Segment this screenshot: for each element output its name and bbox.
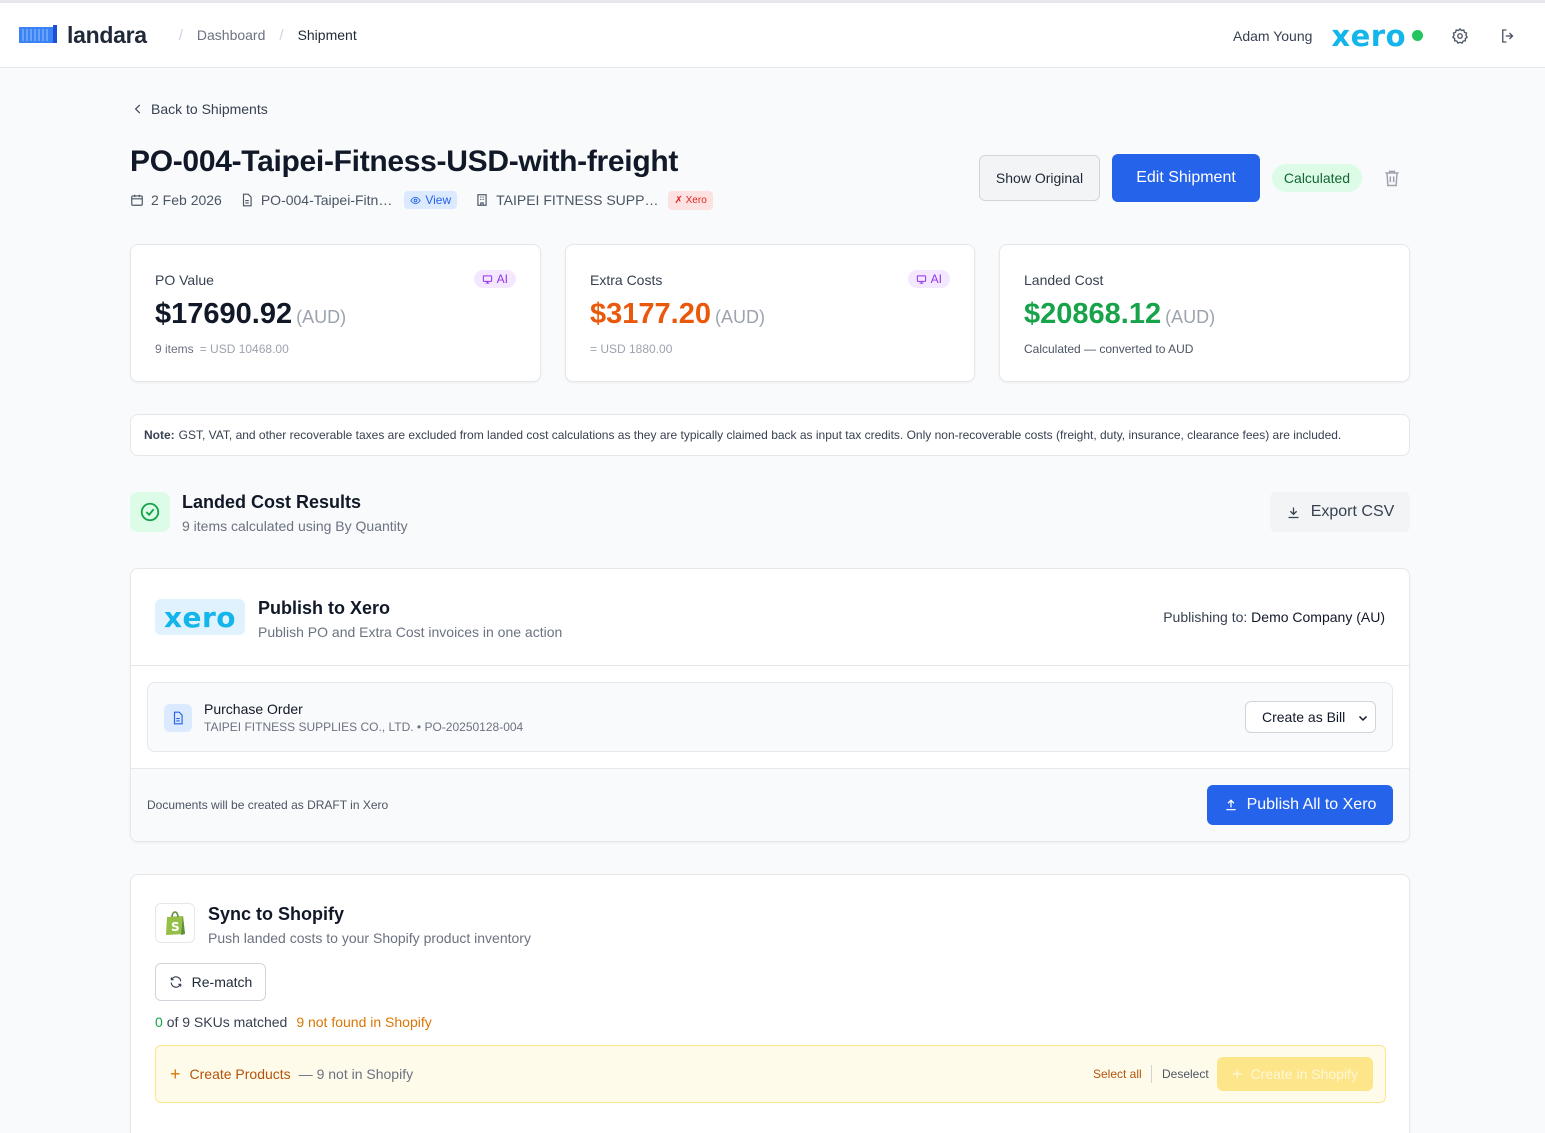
settings-icon [1451,27,1469,44]
brand-name: landara [67,21,147,48]
publish-footer: Documents will be created as DRAFT in Xe… [131,769,1409,841]
document-icon-wrap [164,704,192,732]
breadcrumb: / Dashboard / Shipment [178,26,357,44]
results-status-icon [130,492,170,532]
shipment-date: 2 Feb 2026 [130,192,222,208]
shopify-title: Sync to Shopify [208,904,345,924]
publish-xero-card: xero Publish to Xero Publish PO and Extr… [130,568,1410,842]
building-icon [477,194,487,206]
back-to-shipments-link[interactable]: Back to Shipments [131,101,268,117]
extra-costs-card: Extra Costs AI $3177.20 (AUD) = USD 1880.… [565,244,975,382]
trash-icon[interactable] [1382,168,1402,188]
results-title: Landed Cost Results [182,492,362,512]
xero-connected-indicator [1412,30,1423,41]
refresh-icon [170,976,181,988]
landed-cost-amount: $20868.12 [1024,298,1162,330]
extra-costs-amount: $3177.20 [590,298,711,330]
create-as-select[interactable]: Create as Bill [1245,701,1376,733]
shopify-bag-icon: S [166,911,185,935]
select-all-link[interactable]: Select all [1093,1067,1142,1081]
create-in-shopify-button[interactable]: + Create in Shopify [1217,1057,1373,1091]
ai-badge: AI [907,270,950,288]
upload-icon [1225,799,1236,811]
svg-text:S: S [171,920,180,934]
export-csv-button[interactable]: Export CSV [1270,492,1410,532]
shipment-file: PO-004-Taipei-Fitn… [240,192,392,208]
xero-sync-badge: ✗ Xero [668,190,713,210]
tax-note: Note: GST, VAT, and other recoverable tax… [130,414,1410,456]
po-value-amount: $17690.92 [155,298,293,330]
shopify-logo: S [155,903,195,943]
page-title: PO-004-Taipei-Fitness-USD-with-freight [130,145,679,178]
deselect-link[interactable]: Deselect [1162,1067,1209,1081]
publishing-to: Publishing to: Demo Company (AU) [1163,609,1385,625]
monitor-icon [916,274,926,284]
landed-cost-card: Landed Cost $20868.12 (AUD) Calculated — … [999,244,1410,382]
results-subtitle: 9 items calculated using By Quantity [182,518,408,534]
monitor-icon [482,274,492,284]
check-circle-icon [140,502,160,522]
chevron-down-icon [1358,715,1368,722]
brand-logo-icon [19,25,57,43]
settings-button[interactable] [1449,25,1471,47]
create-products-label[interactable]: Create Products [190,1066,291,1082]
po-title: Purchase Order [204,701,303,717]
user-name: Adam Young [1232,27,1313,44]
breadcrumb-dashboard[interactable]: Dashboard [197,27,266,43]
file-icon [242,193,252,207]
publish-xero-title: Publish to Xero [258,598,391,618]
logout-button[interactable] [1497,25,1519,47]
plus-icon: + [170,1064,181,1084]
po-subtitle: TAIPEI FITNESS SUPPLIES CO., LTD. • PO-2… [204,720,524,734]
xero-logo: xero [155,599,245,635]
ai-badge: AI [473,270,516,288]
shipment-meta: 2 Feb 2026 PO-004-Taipei-Fitn… View TAIP… [130,189,713,211]
top-bar: landara / Dashboard / Shipment Adam Youn… [0,0,1545,68]
draft-note: Documents will be created as DRAFT in Xe… [147,798,389,812]
shipment-supplier: TAIPEI FITNESS SUPP… [475,192,658,208]
publish-all-button[interactable]: Publish All to Xero [1207,785,1393,825]
xero-logo: xero [1331,18,1406,53]
show-original-button[interactable]: Show Original [979,155,1100,201]
chevron-left-icon [134,104,141,114]
status-badge: Calculated [1272,164,1362,192]
shopify-sync-card: S Sync to Shopify Push landed costs to y… [130,874,1410,1133]
logout-icon [1502,28,1514,43]
document-icon [173,711,183,725]
plus-icon: + [1232,1064,1243,1084]
sku-match-status: 0 of 9 SKUs matched 9 not found in Shopif… [155,1014,432,1030]
breadcrumb-shipment: Shipment [297,27,357,43]
back-label: Back to Shipments [151,101,268,117]
brand[interactable]: landara [19,22,147,49]
edit-shipment-button[interactable]: Edit Shipment [1112,154,1260,202]
view-file-button[interactable]: View [404,191,458,209]
publish-xero-subtitle: Publish PO and Extra Cost invoices in on… [258,624,563,640]
shopify-subtitle: Push landed costs to your Shopify produc… [208,930,531,946]
calendar-icon [131,194,143,206]
purchase-order-row: Purchase Order TAIPEI FITNESS SUPPLIES C… [147,682,1393,752]
xero-company: Demo Company (AU) [1251,609,1385,625]
download-icon [1288,507,1299,518]
rematch-button[interactable]: Re-match [155,963,266,1001]
create-products-bar: + Create Products — 9 not in Shopify Sel… [155,1045,1386,1103]
eye-icon [410,196,421,204]
po-value-card: PO Value AI $17690.92 (AUD) 9 items = USD … [130,244,541,382]
